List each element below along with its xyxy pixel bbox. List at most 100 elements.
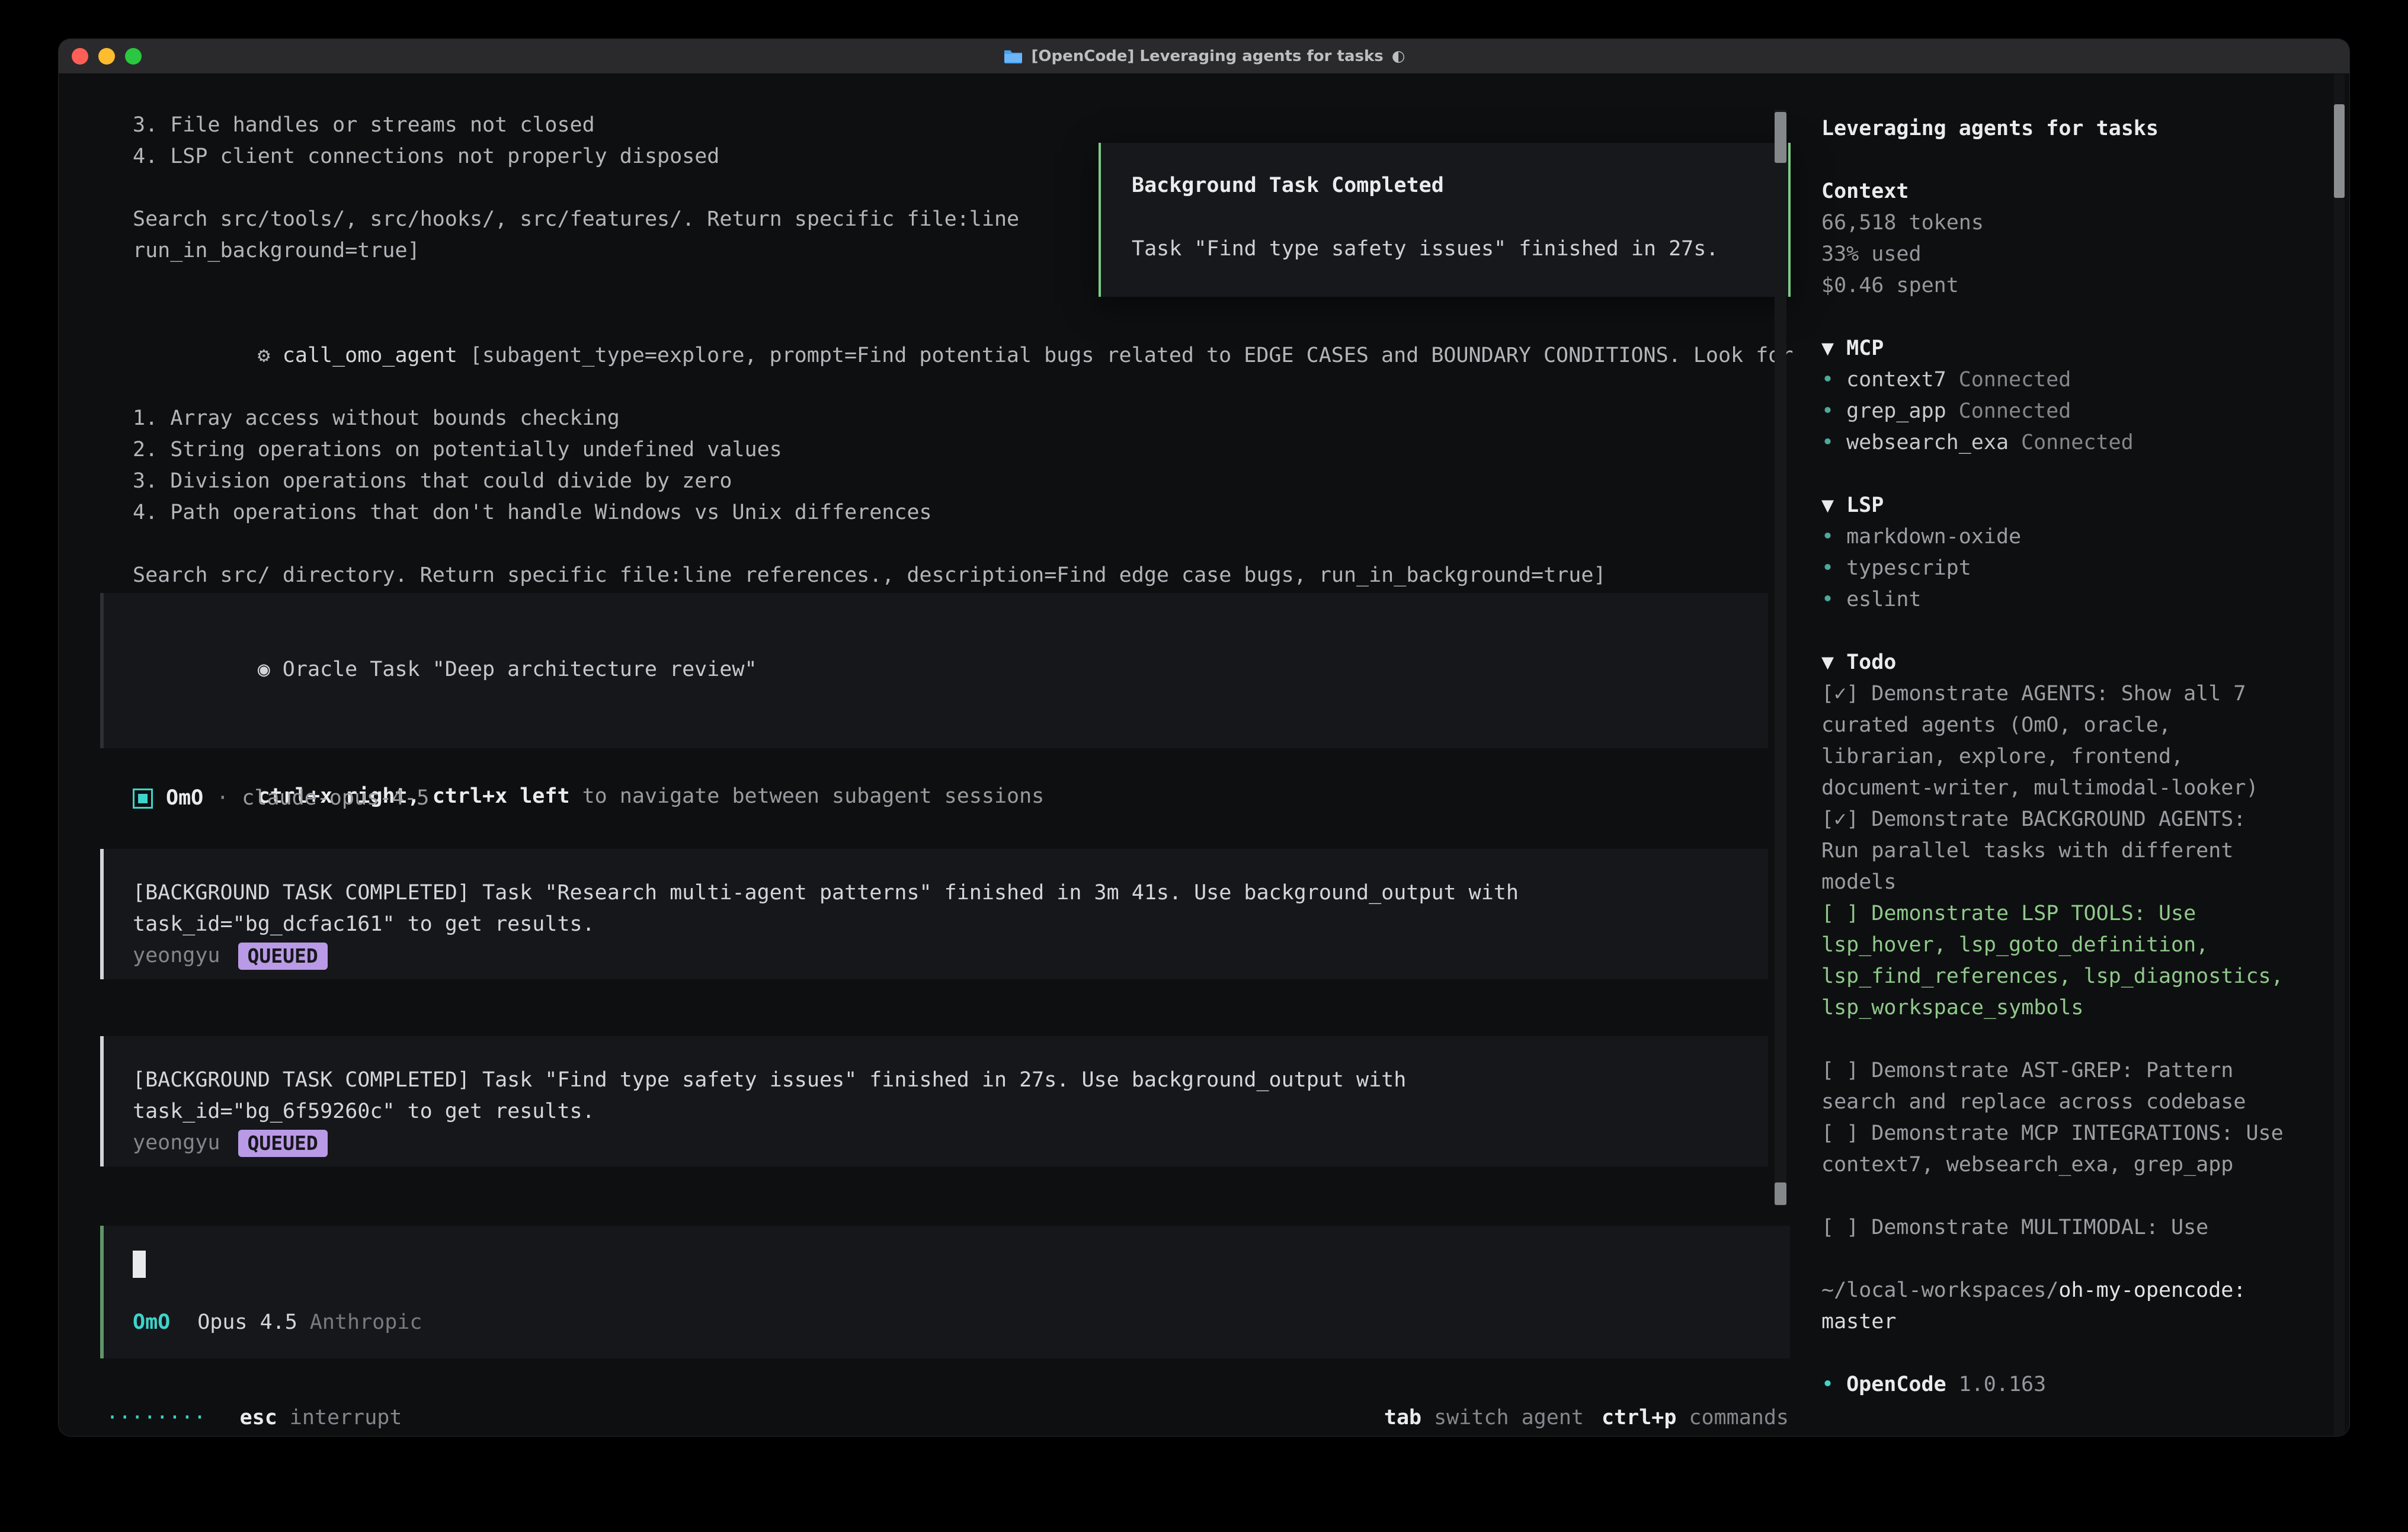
session-sidebar[interactable]: Leveraging agents for tasks Context 66,5… [1801,74,2349,1436]
tool-line: Search src/ directory. Return specific f… [133,560,1793,591]
bullet-icon: • [1821,364,1834,396]
lsp-item: • markdown-oxide [1821,521,2295,553]
zoom-window-button[interactable] [125,48,142,65]
agent-header: OmO · claude-opus-4-5 [133,783,429,814]
triangle-down-icon: ▼ [1821,490,1834,521]
todo-item: [ ] Demonstrate MULTIMODAL: Use [1821,1212,2295,1243]
minimize-window-button[interactable] [98,48,115,65]
bullet-icon: • [1821,553,1834,584]
mcp-item: • grep_app Connected [1821,396,2295,427]
todo-item: [✓] Demonstrate BACKGROUND AGENTS: Run p… [1821,804,2295,898]
close-window-button[interactable] [72,48,88,65]
workspace-branch: master [1821,1310,1896,1334]
agent-model: claude-opus-4-5 [242,783,429,814]
oracle-task-title: Oracle Task "Deep architecture review" [283,658,757,681]
task-meta: yeongyu QUEUED [133,1127,1768,1159]
task-meta: yeongyu QUEUED [133,940,1768,972]
mcp-status: Connected [1959,396,2071,427]
task-text-line: [BACKGROUND TASK COMPLETED] Task "Find t… [133,1065,1768,1096]
titlebar[interactable]: [OpenCode] Leveraging agents for tasks ◐ [59,39,2349,74]
mcp-section-header[interactable]: ▼ MCP [1821,333,2295,364]
mcp-name: websearch_exa [1846,427,2009,459]
window-title-text: [OpenCode] Leveraging agents for tasks [1032,47,1384,65]
tool-name: call_omo_agent [283,344,457,367]
agent-checkbox-icon [133,789,153,809]
task-text-line: [BACKGROUND TASK COMPLETED] Task "Resear… [133,877,1768,909]
input-meta: OmO Opus 4.5 Anthropic [133,1307,1790,1338]
todo-item: [✓] Demonstrate AGENTS: Show all 7 curat… [1821,678,2295,804]
main-scrollbar-mark[interactable] [1775,1182,1786,1205]
status-bar-right: tab switch agent ctrl+p commands [1384,1402,1789,1434]
background-task-card: [BACKGROUND TASK COMPLETED] Task "Resear… [100,849,1768,979]
log-line: 4. LSP client connections not properly d… [133,141,1019,172]
lsp-section-label: LSP [1846,490,1884,521]
status-badge: QUEUED [238,1130,328,1157]
mcp-name: grep_app [1846,396,1946,427]
todo-section-header[interactable]: ▼ Todo [1821,647,2295,678]
todo-section-label: Todo [1846,647,1896,678]
log-line: Search src/tools/, src/hooks/, src/featu… [133,204,1019,235]
separator-dot: · [216,783,229,814]
main-scrollbar-thumb[interactable] [1775,112,1786,163]
mcp-name: context7 [1846,364,1946,396]
lsp-item: • eslint [1821,584,2295,616]
workspace-path: ~/local-workspaces/oh-my-opencode: maste… [1821,1275,2295,1338]
tab-key-label: switch agent [1434,1402,1584,1434]
task-text-line: task_id="bg_6f59260c" to get results. [133,1096,1768,1127]
oracle-title-line: ◉ Oracle Task "Deep architecture review" [133,623,1768,717]
workspace-prefix: ~/local-workspaces/ [1821,1278,2058,1302]
input-agent-name: OmO [133,1307,170,1338]
sidebar-scrollbar-track[interactable] [2334,74,2345,1436]
mcp-item: • context7 Connected [1821,364,2295,396]
text-cursor [133,1251,146,1278]
tool-call-block: ⚙call_omo_agent[subagent_type=explore, p… [133,309,1793,591]
bullet-icon: • [1821,584,1834,616]
ctrlp-key-label: commands [1689,1402,1789,1434]
mcp-status: Connected [1959,364,2071,396]
tool-line: 1. Array access without bounds checking [133,403,1793,434]
context-tokens: 66,518 tokens [1821,207,2295,239]
status-badge: QUEUED [238,943,328,970]
toast-body: Task "Find type safety issues" finished … [1132,233,1757,265]
oracle-task-box: ◉Oracle Task "Deep architecture review" … [100,593,1768,748]
sidebar-scrollbar-thumb[interactable] [2334,104,2345,198]
main-scrollbar-track[interactable] [1775,110,1786,1206]
fisheye-icon: ◉ [258,658,270,681]
task-user: yeongyu [133,940,220,972]
log-line: run_in_background=true] [133,235,1019,267]
ctrlp-key-hint: ctrl+p [1602,1402,1676,1434]
folder-icon [1003,48,1023,65]
bullet-icon: • [1821,1369,1834,1400]
bullet-icon: • [1821,396,1834,427]
tool-line: 3. Division operations that could divide… [133,466,1793,497]
tool-line: 4. Path operations that don't handle Win… [133,497,1793,528]
window-title: [OpenCode] Leveraging agents for tasks ◐ [59,39,2349,73]
log-line: 3. File handles or streams not closed [133,110,1019,141]
input-model: Opus 4.5 [197,1307,297,1338]
agent-name: OmO [166,783,203,814]
lsp-section-header[interactable]: ▼ LSP [1821,490,2295,521]
bullet-icon: • [1821,427,1834,459]
lsp-name: typescript [1846,553,1971,584]
triangle-down-icon: ▼ [1821,333,1834,364]
spinner-dots-icon: ········ [106,1402,206,1434]
app-version: 1.0.163 [1959,1369,2047,1400]
context-heading: Context [1821,176,2295,207]
input-provider: Anthropic [310,1307,422,1338]
tool-line [133,528,1793,560]
lsp-name: eslint [1846,584,1921,616]
log-block: 3. File handles or streams not closed 4.… [133,110,1019,267]
esc-key-hint: esc [240,1402,277,1434]
mcp-item: • websearch_exa Connected [1821,427,2295,459]
esc-key-label: interrupt [290,1402,402,1434]
status-bar: ········ esc interrupt tab switch agent … [106,1402,1789,1434]
context-spent: $0.46 spent [1821,270,2295,302]
tool-args: [subagent_type=explore, prompt=Find pote… [470,344,1794,367]
prompt-input[interactable]: OmO Opus 4.5 Anthropic [100,1226,1790,1358]
session-progress-icon: ◐ [1392,47,1405,65]
task-text-line: task_id="bg_dcfac161" to get results. [133,909,1768,940]
conversation-pane[interactable]: 3. File handles or streams not closed 4.… [59,74,1801,1436]
hint-text: to navigate between subagent sessions [570,784,1045,808]
app-name: OpenCode [1846,1369,1946,1400]
task-user: yeongyu [133,1127,220,1159]
